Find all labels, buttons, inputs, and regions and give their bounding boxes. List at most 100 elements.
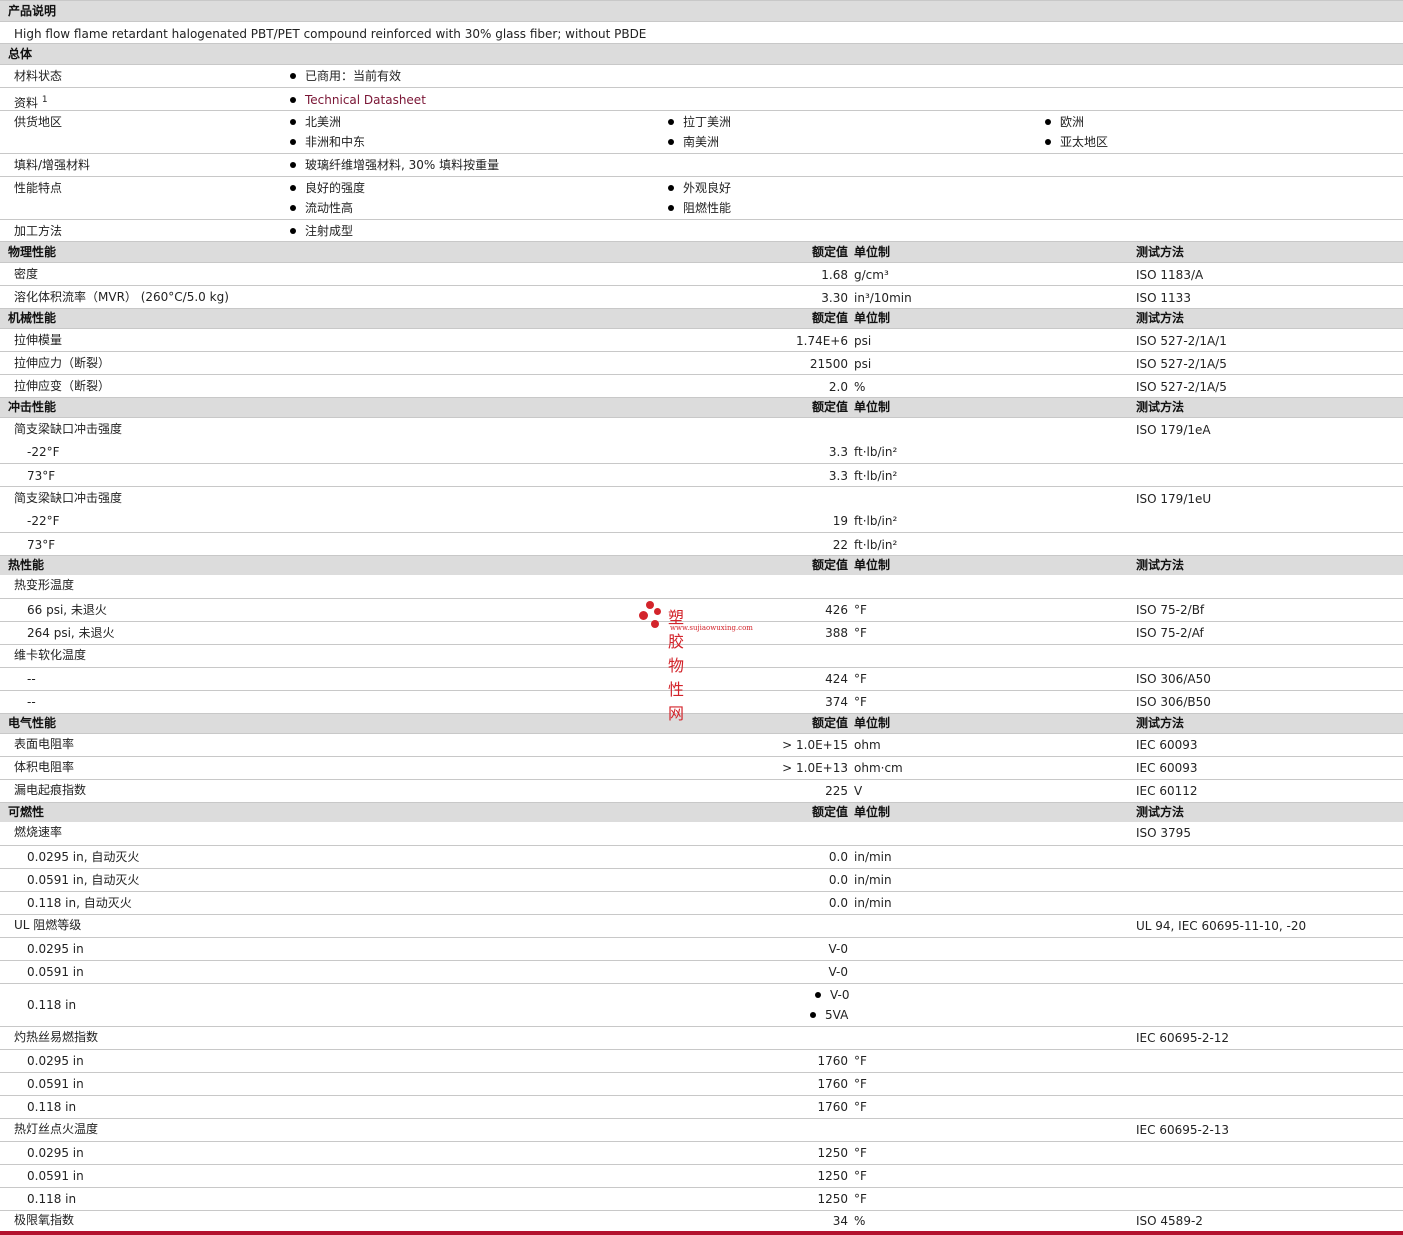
table-row: 热变形温度 [0, 575, 1403, 598]
description-text: High flow flame retardant halogenated PB… [14, 27, 647, 41]
bullet-icon [290, 185, 296, 191]
property-unit: in/min [854, 896, 892, 910]
general-status-row: 材料状态 已商用：当前有效 [0, 64, 1403, 87]
bullet-icon [290, 97, 296, 103]
col-header-method: 测试方法 [1136, 558, 1185, 572]
test-method: ISO 306/B50 [1136, 695, 1211, 709]
property-unit: °F [854, 603, 867, 617]
property-value: 374 [825, 695, 848, 709]
row-label: 材料状态 [14, 69, 63, 83]
property-value: 0.0 [828, 873, 848, 887]
condition-name: 0.118 in, 自动灭火 [27, 896, 132, 910]
property-value: 1760 [817, 1054, 848, 1068]
technical-datasheet-link[interactable]: Technical Datasheet [305, 93, 426, 107]
property-value: 34 [832, 1214, 848, 1228]
table-row: 维卡软化温度 [0, 644, 1403, 667]
description-row: High flow flame retardant halogenated PB… [0, 21, 1403, 43]
property-value: V-0 [828, 942, 848, 956]
row-label: 供货地区 [14, 115, 63, 129]
table-row: 0.0591 in V-0 [0, 960, 1403, 983]
col-header-method: 测试方法 [1136, 245, 1185, 259]
property-value: 388 [825, 626, 848, 640]
bullet-icon [668, 139, 674, 145]
status-value: 已商用：当前有效 [290, 69, 401, 83]
test-method: ISO 527-2/1A/5 [1136, 380, 1227, 394]
table-row: 0.118 in 1250 °F [0, 1187, 1403, 1210]
property-unit: ft·lb/in² [854, 538, 898, 552]
general-filler-row: 填料/增强材料 玻璃纤维增强材料, 30% 填料按重量 [0, 153, 1403, 176]
property-value: 1250 [817, 1169, 848, 1183]
condition-name: 0.0295 in [27, 1054, 84, 1068]
section-title: 可燃性 [8, 805, 45, 819]
section-header-physical: 物理性能 额定值 单位制 测试方法 [0, 241, 1403, 262]
general-processing-row: 加工方法 注射成型 [0, 219, 1403, 241]
table-row: -22°F 3.3 ft·lb/in² [0, 440, 1403, 463]
property-unit: in/min [854, 850, 892, 864]
bullet-icon [290, 73, 296, 79]
test-method: ISO 179/1eA [1136, 423, 1211, 437]
property-unit: % [854, 1214, 866, 1228]
condition-name: -- [27, 695, 36, 709]
table-row: 体积电阻率 > 1.0E+13 ohm·cm IEC 60093 [0, 756, 1403, 779]
property-value: 1.68 [821, 268, 848, 282]
property-value: V-0 [828, 965, 848, 979]
property-unit: °F [854, 1100, 867, 1114]
table-row: 极限氧指数 34 % ISO 4589-2 [0, 1210, 1403, 1231]
condition-name: 0.118 in [27, 1100, 77, 1114]
condition-name: 0.118 in [27, 1192, 77, 1206]
condition-name: 264 psi, 未退火 [27, 626, 115, 640]
table-row: 溶化体积流率（MVR） (260°C/5.0 kg) 3.30 in³/10mi… [0, 285, 1403, 308]
section-title: 物理性能 [8, 245, 57, 259]
col-header-unit: 单位制 [854, 558, 891, 572]
logo-dot-icon [639, 611, 648, 620]
property-unit: ft·lb/in² [854, 469, 898, 483]
property-value: > 1.0E+13 [782, 761, 848, 775]
property-unit: psi [854, 357, 872, 371]
bullet-icon [668, 205, 674, 211]
bullet-icon [668, 185, 674, 191]
test-method: IEC 60093 [1136, 761, 1198, 775]
general-availability-row: 供货地区 北美洲 拉丁美洲 欧洲 非洲和中东 南美洲 亚太地区 [0, 110, 1403, 153]
condition-name: 0.0295 in, 自动灭火 [27, 850, 140, 864]
table-row: 0.0295 in 1760 °F [0, 1049, 1403, 1072]
resource-item: Technical Datasheet [290, 93, 426, 107]
col-header-method: 测试方法 [1136, 805, 1185, 819]
property-name: 维卡软化温度 [14, 648, 87, 662]
ul-rating-item: V-0 [815, 988, 849, 1002]
condition-name: 73°F [27, 538, 56, 552]
condition-name: 0.0295 in [27, 942, 84, 956]
bullet-icon [810, 1012, 816, 1018]
section-title: 机械性能 [8, 311, 57, 325]
availability-item: 非洲和中东 [290, 135, 365, 149]
property-value: 1760 [817, 1100, 848, 1114]
test-method: ISO 1183/A [1136, 268, 1204, 282]
table-row: 拉伸应变（断裂） 2.0 % ISO 527-2/1A/5 [0, 374, 1403, 397]
col-header-value: 额定值 [811, 716, 848, 730]
property-value: 1250 [817, 1146, 848, 1160]
property-value: 424 [825, 672, 848, 686]
property-name: 燃烧速率 [14, 825, 63, 839]
table-row: 0.0295 in 1250 °F [0, 1141, 1403, 1164]
property-value: > 1.0E+15 [782, 738, 848, 752]
table-row: -- 374 °F ISO 306/B50 [0, 690, 1403, 713]
property-unit: °F [854, 1169, 867, 1183]
condition-name: 66 psi, 未退火 [27, 603, 107, 617]
property-unit: ohm [854, 738, 881, 752]
section-title: 产品说明 [8, 4, 57, 18]
property-name: 简支梁缺口冲击强度 [14, 422, 123, 436]
table-row: 0.0591 in 1760 °F [0, 1072, 1403, 1095]
property-value: 426 [825, 603, 848, 617]
section-title: 冲击性能 [8, 400, 57, 414]
col-header-value: 额定值 [811, 400, 848, 414]
condition-name: -22°F [27, 445, 60, 459]
table-row: UL 阻燃等级 UL 94, IEC 60695-11-10, -20 [0, 914, 1403, 937]
test-method: IEC 60695-2-13 [1136, 1123, 1230, 1137]
col-header-method: 测试方法 [1136, 716, 1185, 730]
property-value: 1250 [817, 1192, 848, 1206]
watermark-title: 塑胶物性网 [668, 608, 686, 723]
property-unit: °F [854, 626, 867, 640]
property-unit: ft·lb/in² [854, 514, 898, 528]
table-row: 0.0591 in 1250 °F [0, 1164, 1403, 1187]
table-row: 73°F 3.3 ft·lb/in² [0, 463, 1403, 486]
bullet-icon [290, 162, 296, 168]
